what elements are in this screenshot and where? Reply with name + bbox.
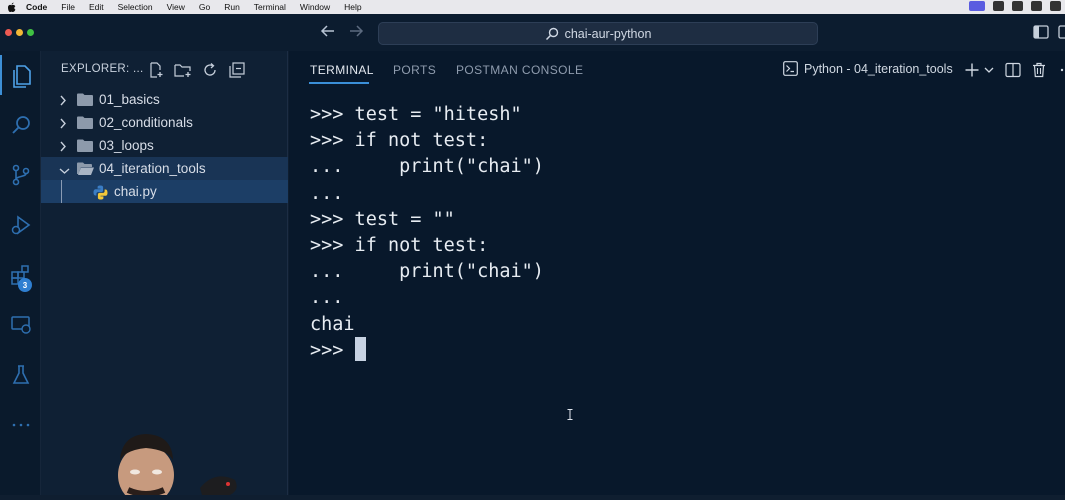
bluetooth-icon[interactable] — [1031, 1, 1042, 11]
collapse-all-icon[interactable] — [228, 61, 246, 79]
python-icon — [93, 185, 108, 203]
terminal-line: >>> if not test: — [310, 130, 489, 152]
folder-row-04-iteration-tools[interactable]: 04_iteration_tools — [41, 157, 288, 180]
terminal-line: ... print("chai") — [310, 261, 544, 283]
terminal-line: ... print("chai") — [310, 156, 544, 178]
explorer-header: EXPLORER: ... — [41, 51, 288, 87]
terminal-selector[interactable]: Python - 04_iteration_tools — [783, 61, 953, 76]
minimize-window-button[interactable] — [16, 29, 23, 36]
apple-menu-icon[interactable] — [6, 2, 16, 12]
folder-icon — [77, 139, 93, 155]
folder-open-icon — [77, 162, 94, 178]
menu-file[interactable]: File — [61, 2, 75, 12]
menu-app-name[interactable]: Code — [26, 2, 47, 12]
file-label: chai.py — [114, 184, 157, 199]
terminal-icon — [783, 61, 798, 76]
menu-window[interactable]: Window — [300, 2, 330, 12]
search-icon — [545, 27, 558, 40]
new-folder-icon[interactable] — [174, 61, 192, 79]
menubar-status-icons — [969, 1, 1061, 11]
remote-explorer-activity-icon[interactable] — [0, 305, 41, 345]
new-file-icon[interactable] — [147, 61, 165, 79]
panel-tabs: TERMINAL PORTS POSTMAN CONSOLE Python - … — [289, 51, 1065, 88]
more-actions-icon[interactable] — [255, 61, 273, 79]
menu-view[interactable]: View — [167, 2, 185, 12]
tab-terminal[interactable]: TERMINAL — [310, 63, 374, 77]
chevron-right-icon — [59, 140, 67, 155]
terminal-prompt-line: >>> — [310, 336, 544, 364]
file-row-chai-py[interactable]: chai.py — [41, 180, 288, 203]
folder-label: 04_iteration_tools — [99, 161, 206, 176]
chevron-right-icon — [59, 94, 67, 109]
tab-postman-console[interactable]: POSTMAN CONSOLE — [456, 63, 583, 77]
macos-menubar: Code File Edit Selection View Go Run Ter… — [0, 0, 1065, 14]
run-debug-activity-icon[interactable] — [0, 205, 41, 245]
source-control-activity-icon[interactable] — [0, 155, 41, 195]
toggle-sidebar-icon[interactable] — [1033, 25, 1049, 44]
command-center-search[interactable]: chai-aur-python — [378, 22, 818, 45]
record-icon[interactable] — [993, 1, 1004, 11]
menu-edit[interactable]: Edit — [89, 2, 104, 12]
menu-run[interactable]: Run — [224, 2, 240, 12]
terminal-prompt: >>> — [310, 339, 355, 361]
search-activity-icon[interactable] — [0, 105, 41, 145]
trash-icon[interactable] — [1030, 61, 1048, 79]
new-terminal-icon[interactable] — [963, 61, 981, 79]
tab-ports[interactable]: PORTS — [393, 63, 436, 77]
explorer-title: EXPLORER: ... — [61, 63, 144, 75]
menu-help[interactable]: Help — [344, 2, 361, 12]
terminal-line: >>> if not test: — [310, 234, 489, 256]
extensions-badge: 3 — [18, 278, 32, 292]
active-tab-indicator — [309, 82, 369, 84]
display-icon[interactable] — [1050, 1, 1061, 11]
refresh-icon[interactable] — [201, 61, 219, 79]
indent-guide — [61, 180, 62, 203]
chevron-down-icon[interactable] — [980, 61, 998, 79]
more-activity-icon[interactable] — [0, 405, 41, 445]
split-terminal-icon[interactable] — [1004, 61, 1022, 79]
close-window-button[interactable] — [5, 29, 12, 36]
screen-share-icon[interactable] — [969, 1, 985, 11]
terminal-line: >>> test = "" — [310, 208, 455, 230]
chevron-right-icon — [59, 117, 67, 132]
bottom-panel: TERMINAL PORTS POSTMAN CONSOLE Python - … — [289, 51, 1065, 495]
grid-app-icon[interactable] — [1012, 1, 1023, 11]
mouse-ibeam-cursor-icon — [567, 407, 573, 425]
folder-label: 03_loops — [99, 138, 154, 153]
terminal-line: ... — [310, 287, 344, 309]
webcam-overlay — [110, 430, 250, 500]
terminal-output[interactable]: >>> test = "hitesh" >>> if not test: ...… — [310, 102, 544, 364]
explorer-sidebar: EXPLORER: ... 01_basics 02_conditionals — [41, 51, 288, 495]
folder-label: 02_conditionals — [99, 115, 193, 130]
menu-selection[interactable]: Selection — [118, 2, 153, 12]
extensions-activity-icon[interactable]: 3 — [0, 255, 41, 295]
folder-label: 01_basics — [99, 92, 160, 107]
forward-arrow-icon[interactable] — [348, 24, 364, 42]
toggle-panel-icon[interactable] — [1058, 25, 1065, 44]
window-titlebar: chai-aur-python — [0, 14, 1065, 51]
folder-row-02-conditionals[interactable]: 02_conditionals — [41, 111, 288, 134]
terminal-line: ... — [310, 182, 344, 204]
terminal-cursor — [354, 336, 366, 361]
window-controls — [5, 29, 34, 36]
back-arrow-icon[interactable] — [320, 24, 336, 42]
activity-bar: 3 — [0, 51, 41, 495]
more-actions-icon[interactable] — [1052, 61, 1065, 79]
terminal-line: >>> test = "hitesh" — [310, 104, 522, 125]
testing-activity-icon[interactable] — [0, 355, 41, 395]
menu-go[interactable]: Go — [199, 2, 210, 12]
terminal-name: Python - 04_iteration_tools — [804, 61, 953, 76]
folder-row-01-basics[interactable]: 01_basics — [41, 88, 288, 111]
zoom-window-button[interactable] — [27, 29, 34, 36]
chevron-down-icon — [59, 163, 70, 178]
file-tree: 01_basics 02_conditionals 03_loops 04_it… — [41, 88, 288, 203]
menu-terminal[interactable]: Terminal — [254, 2, 286, 12]
command-center-label: chai-aur-python — [564, 26, 652, 41]
terminal-line: chai — [310, 313, 355, 335]
folder-row-03-loops[interactable]: 03_loops — [41, 134, 288, 157]
folder-icon — [77, 116, 93, 132]
folder-icon — [77, 93, 93, 109]
explorer-activity-icon[interactable] — [0, 55, 41, 95]
